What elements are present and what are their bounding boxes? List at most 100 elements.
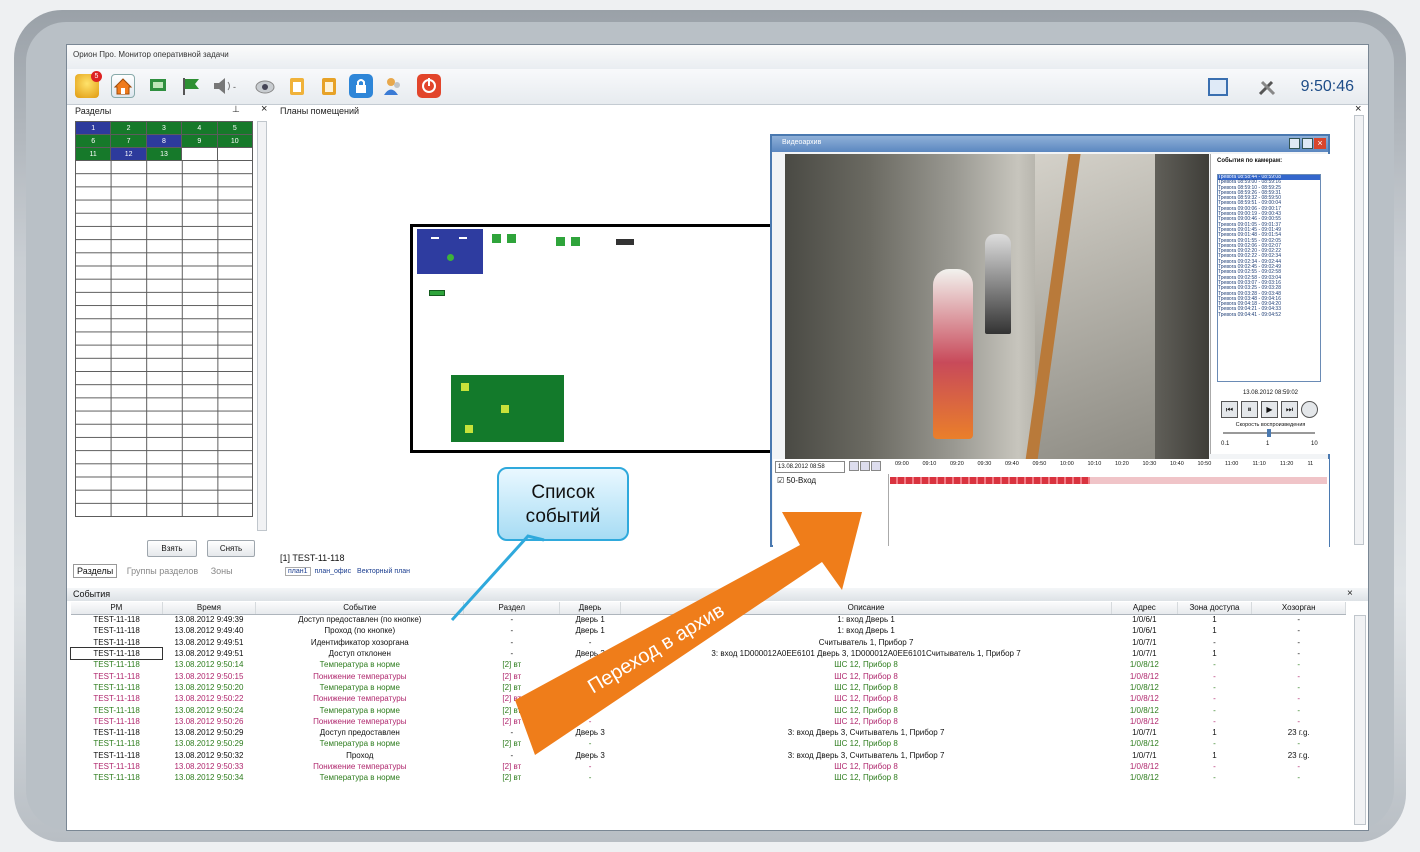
tab-zones[interactable]: Зоны [208, 565, 236, 577]
events-close-icon[interactable]: × [1347, 588, 1353, 599]
timeline-zoom-in-icon[interactable] [860, 461, 870, 471]
event-cell: Понижение температуры [313, 716, 407, 726]
maximize-icon[interactable] [1302, 138, 1313, 149]
event-row[interactable]: TEST-11-118 13.08.2012 9:50:20 Температура… [71, 682, 1346, 693]
timeline-next-icon[interactable] [871, 461, 881, 471]
section-cell[interactable]: 5 [216, 121, 254, 135]
tab-plan1[interactable]: план1 [285, 567, 311, 576]
sections-close-icon[interactable]: × [261, 103, 267, 115]
section-cell[interactable]: 9 [181, 134, 218, 148]
clipboard-icon[interactable] [285, 74, 309, 98]
section-cell[interactable]: 10 [216, 134, 254, 148]
camera-icon[interactable] [616, 239, 634, 245]
column-header[interactable]: Событие [255, 602, 465, 615]
play-icon[interactable]: ▶ [1261, 401, 1278, 418]
speed-slider[interactable] [1223, 429, 1315, 437]
column-header[interactable]: Раздел [463, 602, 561, 615]
tab-vector-plan[interactable]: Векторный план [355, 568, 412, 575]
take-button[interactable]: Взять [147, 540, 197, 557]
camera-view-icon[interactable] [147, 74, 171, 98]
event-row[interactable]: TEST-11-118 13.08.2012 9:50:32 Проход - Двер… [71, 750, 1346, 761]
lock-icon[interactable] [349, 74, 373, 98]
event-row[interactable]: TEST-11-118 13.08.2012 9:50:24 Температура… [71, 704, 1346, 715]
timeline-zoom-out-icon[interactable] [849, 461, 859, 471]
event-row[interactable]: TEST-11-118 13.08.2012 9:50:33 Понижение т… [71, 761, 1346, 772]
sensor-icon[interactable] [571, 237, 580, 246]
tab-sections[interactable]: Разделы [73, 564, 118, 578]
sensor-icon[interactable] [465, 425, 473, 433]
column-header[interactable]: Дверь [559, 602, 622, 615]
camera-checkbox-icon[interactable]: ☑ [777, 476, 784, 485]
column-header[interactable]: Хозорган [1251, 602, 1346, 615]
speed-slider-thumb[interactable] [1267, 429, 1271, 437]
sensor-icon[interactable] [492, 234, 501, 243]
event-row[interactable]: TEST-11-118 13.08.2012 9:50:14 Температура… [71, 659, 1346, 670]
section-cell[interactable]: 6 [74, 134, 112, 148]
event-row[interactable]: TEST-11-118 13.08.2012 9:50:15 Понижение т… [71, 670, 1346, 681]
column-header[interactable]: РМ [71, 602, 163, 615]
column-header[interactable]: Зона доступа [1177, 602, 1253, 615]
timeline-tick-label: 10:30 [1142, 461, 1157, 467]
pin-icon[interactable]: ⊥ [232, 104, 240, 115]
recording-bar-tail[interactable] [1090, 477, 1327, 484]
event-cell: 1/0/8/12 [1129, 694, 1159, 704]
column-header[interactable]: Адрес [1111, 602, 1178, 615]
plans-scrollbar[interactable] [1354, 115, 1364, 545]
skip-forward-icon[interactable]: ⏭ [1281, 401, 1298, 418]
sensor-icon[interactable] [461, 383, 469, 391]
pause-icon[interactable]: ⏸ [1241, 401, 1258, 418]
tab-section-groups[interactable]: Группы разделов [124, 565, 201, 577]
section-cell[interactable]: 3 [145, 121, 183, 135]
event-row[interactable]: TEST-11-118 13.08.2012 9:50:29 Температура… [71, 738, 1346, 749]
event-row[interactable]: TEST-11-118 13.08.2012 9:50:34 Температура… [71, 772, 1346, 783]
section-cell[interactable]: 13 [145, 147, 183, 161]
document-icon[interactable] [317, 74, 341, 98]
column-header[interactable]: Время [162, 602, 257, 615]
tab-plan-office[interactable]: план_офис [312, 568, 353, 575]
record-icon[interactable] [1301, 401, 1318, 418]
power-icon[interactable] [417, 74, 441, 98]
section-cell[interactable]: 8 [145, 134, 183, 148]
remove-button[interactable]: Снять [207, 540, 255, 557]
event-row[interactable]: TEST-11-118 13.08.2012 9:49:51 Идентификат… [71, 637, 1346, 648]
section-cell[interactable]: 11 [74, 147, 112, 161]
section-cell[interactable]: 2 [110, 121, 147, 135]
section-cell[interactable]: 7 [110, 134, 147, 148]
camera-event-item[interactable]: Тревога 09:04:41 - 09:04:52 [1218, 312, 1320, 318]
events-scrollbar[interactable] [1354, 615, 1366, 825]
webcam-icon[interactable] [253, 74, 277, 98]
sensor-icon[interactable] [556, 237, 565, 246]
skip-back-icon[interactable]: ⏮ [1221, 401, 1238, 418]
plans-close-icon[interactable]: × [1355, 103, 1361, 115]
alarm-badge: 5 [91, 71, 102, 82]
event-cell: TEST-11-118 [93, 660, 140, 670]
minimize-icon[interactable] [1289, 138, 1300, 149]
flag-icon[interactable] [179, 74, 203, 98]
sensor-icon[interactable] [507, 234, 516, 243]
speaker-icon[interactable]: - [211, 74, 236, 98]
section-cell[interactable]: 12 [110, 147, 147, 161]
app-window: Орион Про. Монитор оперативной задачи 5 … [66, 44, 1369, 831]
reader-icon[interactable] [429, 290, 445, 296]
users-icon[interactable] [381, 74, 405, 98]
event-cell: 1 [1212, 626, 1217, 636]
event-cell: - [1213, 660, 1216, 670]
event-row[interactable]: TEST-11-118 13.08.2012 9:50:22 Понижение т… [71, 693, 1346, 704]
windows-icon[interactable] [1208, 78, 1228, 96]
sensor-icon[interactable] [501, 405, 509, 413]
event-row[interactable]: TEST-11-118 13.08.2012 9:50:29 Доступ пред… [71, 727, 1346, 738]
event-cell: 1 [1212, 728, 1217, 738]
event-row[interactable]: TEST-11-118 13.08.2012 9:49:51 Доступ откл… [69, 646, 1346, 661]
timeline-camera-row[interactable]: ☑ 50-Вход [773, 474, 889, 546]
sensor-icon[interactable] [447, 254, 454, 261]
section-cell[interactable]: 4 [181, 121, 218, 135]
camera-events-list[interactable]: Тревога 08:58:44 - 08:59:08 Тревога 08:59… [1217, 174, 1321, 382]
video-close-icon[interactable]: × [1314, 138, 1326, 149]
recording-bar[interactable] [890, 477, 1090, 484]
sections-scrollbar[interactable] [257, 121, 267, 531]
event-row[interactable]: TEST-11-118 13.08.2012 9:50:26 Понижение т… [71, 716, 1346, 727]
timeline-date-field[interactable]: 13.08.2012 08:58 [775, 461, 845, 473]
settings-tools-icon[interactable] [1256, 76, 1278, 98]
section-cell[interactable]: 1 [74, 121, 112, 135]
home-icon[interactable] [111, 74, 135, 98]
